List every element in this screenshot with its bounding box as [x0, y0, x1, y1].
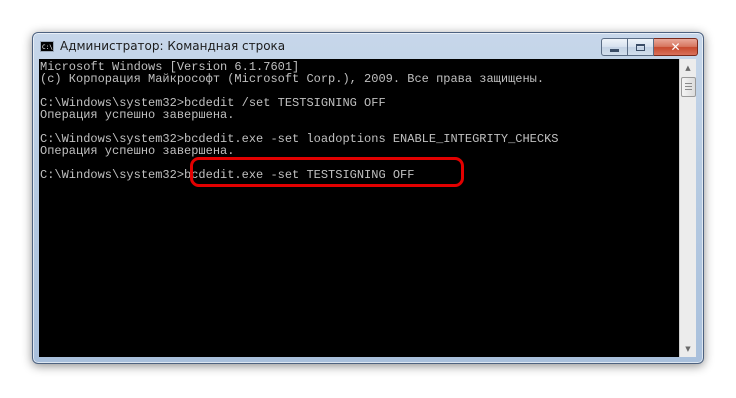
- maximize-icon: [636, 43, 645, 51]
- console-line: (c) Корпорация Майкрософт (Microsoft Cor…: [40, 72, 545, 86]
- maximize-button[interactable]: [628, 38, 654, 56]
- scrollbar-thumb[interactable]: [681, 77, 696, 97]
- close-button[interactable]: ✕: [654, 38, 698, 56]
- window-controls: ✕: [601, 38, 698, 56]
- grip-line: [685, 83, 692, 84]
- window-title: Администратор: Командная строка: [60, 39, 286, 53]
- close-icon: ✕: [670, 40, 681, 54]
- title-bar[interactable]: C:\ Администратор: Командная строка ✕: [33, 33, 703, 59]
- console-output[interactable]: Microsoft Windows [Version 6.1.7601] (c)…: [39, 59, 679, 357]
- scroll-down-arrow-icon[interactable]: ▼: [680, 340, 696, 357]
- minimize-icon: [610, 48, 619, 52]
- cmd-window: C:\ Администратор: Командная строка ✕ Mi…: [32, 32, 704, 364]
- highlight-frame: [190, 157, 464, 187]
- minimize-button[interactable]: [601, 38, 628, 56]
- cmd-app-icon[interactable]: C:\: [40, 41, 54, 52]
- vertical-scrollbar[interactable]: ▲ ▼: [679, 59, 696, 357]
- console-line: Операция успешно завершена.: [40, 108, 235, 122]
- grip-line: [685, 86, 692, 87]
- scroll-up-arrow-icon[interactable]: ▲: [680, 59, 696, 76]
- grip-line: [685, 89, 692, 90]
